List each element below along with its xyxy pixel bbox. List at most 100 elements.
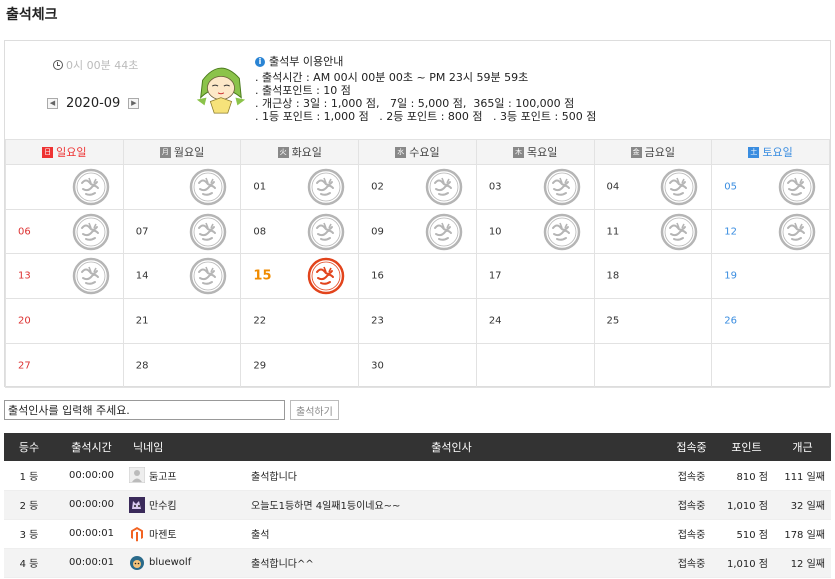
online-cell: 접속중 (664, 490, 719, 520)
cat-icon (129, 496, 145, 513)
header-streak: 개근 (774, 433, 831, 461)
points-cell: 1,010 점 (719, 548, 774, 578)
mascot-icon (196, 67, 246, 114)
calendar-day-cell: 03 (475, 164, 595, 210)
greeting-input[interactable] (4, 400, 285, 420)
user-icon (129, 467, 145, 484)
header-time: 출석시간 (54, 433, 129, 461)
day-number: 29 (253, 360, 267, 372)
points-cell: 1,010 점 (719, 490, 774, 520)
attended-stamp-icon (72, 213, 109, 250)
magento-icon (131, 526, 143, 541)
calendar-day-cell: 29 (240, 342, 360, 389)
info-line: . 개근상 : 3일 : 1,000 점, 7일 : 5,000 점, 365일… (255, 97, 575, 110)
attendance-info: i 출석부 이용안내 . 출석시간 : AM 00시 00분 00초 ~ PM … (255, 55, 596, 123)
calendar-day-cell (593, 342, 713, 389)
day-number: 10 (488, 226, 502, 238)
clock-icon (53, 60, 63, 70)
attended-stamp-icon (543, 168, 580, 206)
streak-cell: 32 일째 (774, 490, 831, 520)
calendar-day-cell: 06 (5, 208, 124, 255)
day-number: 18 (606, 270, 620, 282)
nickname[interactable]: 둠고프 (149, 468, 177, 483)
attended-stamp-icon (190, 213, 227, 250)
info-title: 출석부 이용안내 (269, 55, 344, 68)
prev-month-button[interactable]: ◀ (47, 98, 58, 109)
attended-stamp-icon (307, 213, 345, 250)
calendar-day-cell: 30 (358, 342, 477, 389)
weekday-monday: 月 월요일 (122, 139, 242, 165)
month-label: 2020-09 (66, 96, 121, 111)
attended-stamp-icon (307, 168, 345, 206)
nickname-cell[interactable]: 둠고프 (129, 461, 239, 491)
day-number: 03 (488, 181, 502, 193)
calendar-day-cell: 25 (593, 298, 713, 344)
calendar-week-row: 13 14 15 16 17 18 19 (5, 253, 830, 300)
page-title: 출석체크 (6, 7, 58, 23)
header-points: 포인트 (719, 433, 774, 461)
greeting-form: 출석하기 (4, 400, 339, 420)
day-number: 30 (371, 360, 384, 372)
attended-stamp-icon (190, 168, 227, 206)
next-month-button[interactable]: ▶ (128, 98, 140, 109)
day-number: 07 (135, 226, 149, 238)
clock-text: 0시 00분 44초 (66, 59, 139, 72)
calendar-day-cell: 11 (593, 208, 713, 255)
calendar-day-cell: 12 (711, 208, 830, 255)
attended-stamp-icon (425, 213, 463, 250)
calendar-week-row: 20 21 22 23 24 25 26 (5, 298, 830, 344)
calendar-day-cell: 19 (711, 253, 830, 300)
attended-stamp-icon (778, 168, 816, 206)
calendar-day-cell: 08 (240, 208, 360, 255)
day-number: 23 (371, 315, 384, 327)
attended-stamp-icon (425, 168, 463, 206)
nickname-cell[interactable]: 마젠토 (129, 519, 239, 549)
info-icon: i (255, 56, 265, 67)
day-number: 06 (18, 226, 31, 238)
nickname[interactable]: bluewolf (149, 557, 191, 568)
attended-stamp-icon (190, 257, 227, 295)
attend-button[interactable]: 출석하기 (290, 400, 339, 420)
calendar-week-row: 06 07 08 09 10 11 12 (5, 208, 830, 255)
rank-cell: 4 등 (4, 548, 54, 578)
day-number: 19 (724, 270, 737, 282)
day-number: 14 (135, 270, 149, 282)
attended-stamp-icon (778, 213, 816, 250)
weekday-wednesday: 水 수요일 (358, 139, 477, 165)
calendar-day-cell: 24 (475, 298, 595, 344)
calendar-grid: 日 일요일 月 월요일 火 화요일 水 수요일 木 목요일 金 금요일 土 토요일 01 02 0… (5, 139, 830, 389)
nickname[interactable]: 만수킴 (149, 497, 177, 512)
nickname-cell[interactable]: 만수킴 (129, 490, 239, 520)
ranking-table: 등수 출석시간 닉네임 출석인사 접속중 포인트 개근 1 등 00:00:00 둠… (4, 433, 831, 578)
online-cell: 접속중 (664, 548, 719, 578)
calendar-day-cell: 01 (240, 164, 360, 210)
attended-stamp-icon (72, 257, 109, 295)
header-greeting: 출석인사 (239, 433, 664, 461)
calendar-day-cell: 13 (5, 253, 124, 300)
points-cell: 810 점 (719, 461, 774, 491)
day-number: 02 (371, 181, 384, 193)
calendar-day-cell: 18 (593, 253, 713, 300)
greeting-cell: 출석합니다 (239, 461, 664, 491)
day-number: 15 (253, 268, 272, 284)
nickname[interactable]: 마젠토 (149, 526, 177, 541)
rank-cell: 3 등 (4, 519, 54, 549)
points-cell: 510 점 (719, 519, 774, 549)
header-nickname: 닉네임 (129, 433, 239, 461)
nickname-cell[interactable]: bluewolf (129, 548, 239, 578)
info-line: . 출석시간 : AM 00시 00분 00초 ~ PM 23시 59분 59초 (255, 71, 529, 84)
calendar-day-cell: 07 (122, 208, 242, 255)
day-number: 25 (606, 315, 620, 327)
day-number: 21 (135, 315, 149, 327)
weekday-saturday: 土 토요일 (711, 139, 830, 165)
day-number: 24 (488, 315, 502, 327)
greeting-cell: 출석합니다^^ (239, 548, 664, 578)
day-number: 05 (724, 181, 737, 193)
day-number: 13 (18, 270, 31, 282)
rank-cell: 1 등 (4, 461, 54, 491)
day-number: 22 (253, 315, 267, 327)
attended-stamp-icon (543, 213, 580, 250)
greeting-cell: 오늘도1등하면 4일째1등이네요~~ (239, 490, 664, 520)
calendar-day-cell (711, 342, 830, 389)
day-number: 28 (135, 360, 149, 372)
